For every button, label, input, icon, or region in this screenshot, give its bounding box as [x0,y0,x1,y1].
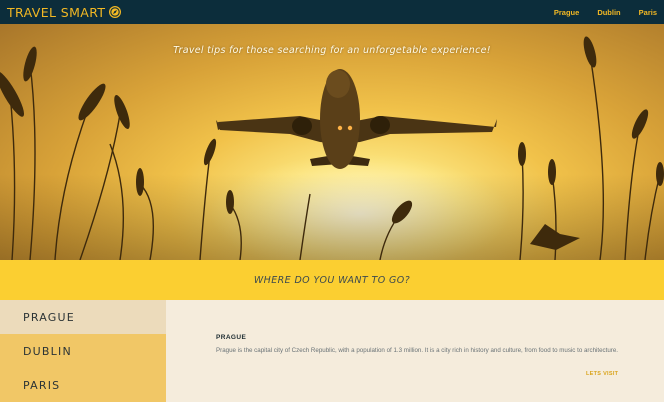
nav-links: Prague Dublin Paris [554,8,657,17]
city-item-paris[interactable]: PARIS [0,368,166,402]
city-detail-description: Prague is the capital city of Czech Repu… [216,347,619,354]
brand-name: TRAVEL SMART [7,4,106,20]
banner-heading: WHERE DO YOU WANT TO GO? [253,274,411,286]
compass-icon [109,6,122,18]
nav-link-paris[interactable]: Paris [639,8,657,17]
nav-link-prague[interactable]: Prague [554,8,579,17]
brand-logo[interactable]: TRAVEL SMART [7,4,122,20]
top-navbar: TRAVEL SMART Prague Dublin Paris [0,0,664,24]
destination-banner: WHERE DO YOU WANT TO GO? [0,260,664,300]
hero-banner: Travel tips for those searching for an u… [0,24,664,260]
city-detail-panel: PRAGUE Prague is the capital city of Cze… [166,300,664,402]
city-item-prague[interactable]: PRAGUE [0,300,166,334]
city-detail-title: PRAGUE [216,334,247,341]
city-item-dublin[interactable]: DUBLIN [0,334,166,368]
hero-tagline: Travel tips for those searching for an u… [173,45,491,56]
hero-image [0,36,664,260]
city-list: PRAGUE DUBLIN PARIS [0,300,166,402]
lets-visit-link[interactable]: LETS VISIT [586,371,618,377]
airplane-image [216,69,497,169]
nav-link-dublin[interactable]: Dublin [597,8,620,17]
